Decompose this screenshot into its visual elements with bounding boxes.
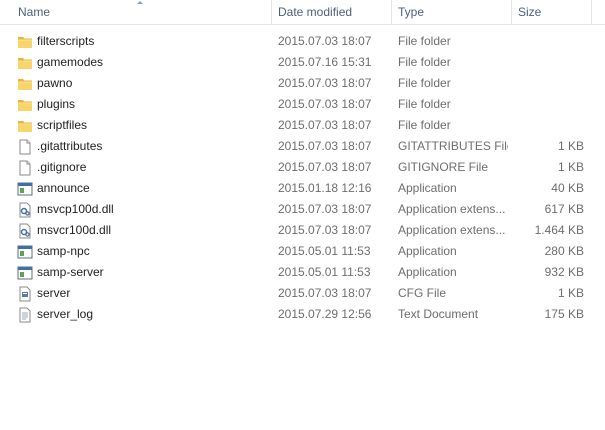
file-size xyxy=(512,115,584,136)
folder-icon xyxy=(17,76,33,92)
column-header-name-label: Name xyxy=(18,5,51,19)
file-size: 1 KB xyxy=(557,139,584,153)
file-name: plugins xyxy=(37,97,76,111)
file-type: File folder xyxy=(398,76,451,90)
file-name: server_log xyxy=(37,307,94,321)
file-row[interactable]: plugins 2015.07.03 18:07 File folder xyxy=(0,94,605,115)
column-header-size-label: Size xyxy=(518,5,542,19)
file-date-modified: 2015.07.29 12:56 xyxy=(278,307,372,321)
sort-ascending-icon xyxy=(137,1,143,4)
file-size: 1 KB xyxy=(557,286,584,300)
file-size: 40 KB xyxy=(551,181,584,195)
file-name: server xyxy=(37,286,71,300)
file-row[interactable]: .gitignore 2015.07.03 18:07 GITIGNORE File… xyxy=(0,157,605,178)
file-date-modified: 2015.05.01 11:53 xyxy=(278,265,371,279)
file-name: msvcp100d.dll xyxy=(37,202,114,216)
file-size: 1 KB xyxy=(557,160,584,174)
file-date-modified: 2015.07.03 18:07 xyxy=(278,286,372,300)
file-size xyxy=(512,31,584,52)
folder-icon xyxy=(17,97,33,113)
file-row[interactable]: server 2015.07.03 18:07 CFG File 1 KB xyxy=(0,283,605,304)
file-type: Application extens... xyxy=(398,223,506,237)
file-size: 280 KB xyxy=(544,244,584,258)
file-name: announce xyxy=(37,181,90,195)
application-icon xyxy=(17,244,33,260)
file-row[interactable]: gamemodes 2015.07.16 15:31 File folder xyxy=(0,52,605,73)
file-type: File folder xyxy=(398,118,451,132)
file-name: filterscripts xyxy=(37,34,95,48)
column-divider[interactable] xyxy=(591,0,592,24)
application-icon xyxy=(17,265,33,281)
file-size: 617 KB xyxy=(544,202,584,216)
file-size xyxy=(512,52,584,73)
file-type: GITATTRIBUTES File xyxy=(398,139,508,153)
column-header-type-label: Type xyxy=(398,5,425,19)
file-type: Application xyxy=(398,181,457,195)
blank-file-icon xyxy=(17,160,33,176)
file-date-modified: 2015.07.03 18:07 xyxy=(278,118,372,132)
file-type: File folder xyxy=(398,34,451,48)
folder-icon xyxy=(17,118,33,134)
file-row[interactable]: scriptfiles 2015.07.03 18:07 File folder xyxy=(0,115,605,136)
file-type: Application extens... xyxy=(398,202,506,216)
folder-icon xyxy=(17,55,33,71)
file-list: filterscripts 2015.07.03 18:07 File folder… xyxy=(0,31,605,325)
file-type: Application xyxy=(398,265,457,279)
column-header-type[interactable]: Type xyxy=(392,0,511,24)
file-date-modified: 2015.07.16 15:31 xyxy=(278,55,372,69)
file-type: Text Document xyxy=(398,307,479,321)
file-date-modified: 2015.07.03 18:07 xyxy=(278,223,372,237)
file-row[interactable]: samp-npc 2015.05.01 11:53 Application 280 K… xyxy=(0,241,605,262)
file-type: File folder xyxy=(398,55,451,69)
file-name: pawno xyxy=(37,76,73,90)
application-icon xyxy=(17,181,33,197)
dll-icon xyxy=(17,223,33,239)
folder-icon xyxy=(17,34,33,50)
file-row[interactable]: announce 2015.01.18 12:16 Application 40 KB xyxy=(0,178,605,199)
file-row[interactable]: pawno 2015.07.03 18:07 File folder xyxy=(0,73,605,94)
file-row[interactable]: filterscripts 2015.07.03 18:07 File folder xyxy=(0,31,605,52)
file-size xyxy=(512,94,584,115)
file-date-modified: 2015.07.03 18:07 xyxy=(278,76,372,90)
file-row[interactable]: msvcp100d.dll 2015.07.03 18:07 Application… xyxy=(0,199,605,220)
file-date-modified: 2015.07.03 18:07 xyxy=(278,97,372,111)
file-name: samp-server xyxy=(37,265,104,279)
column-header-date-label: Date modified xyxy=(278,5,353,19)
blank-file-icon xyxy=(17,139,33,155)
file-name: scriptfiles xyxy=(37,118,88,132)
file-row[interactable]: msvcr100d.dll 2015.07.03 18:07 Application… xyxy=(0,220,605,241)
file-name: .gitignore xyxy=(37,160,87,174)
file-date-modified: 2015.07.03 18:07 xyxy=(278,202,372,216)
column-header-bar: Name Date modified Type Size xyxy=(0,0,605,25)
file-type: Application xyxy=(398,244,457,258)
column-header-date-modified[interactable]: Date modified xyxy=(272,0,391,24)
dll-icon xyxy=(17,202,33,218)
file-size: 932 KB xyxy=(544,265,584,279)
text-file-icon xyxy=(17,307,33,323)
file-type: File folder xyxy=(398,97,451,111)
file-date-modified: 2015.07.03 18:07 xyxy=(278,139,372,153)
file-name: .gitattributes xyxy=(37,139,103,153)
file-name: samp-npc xyxy=(37,244,90,258)
file-date-modified: 2015.07.03 18:07 xyxy=(278,34,372,48)
file-row[interactable]: .gitattributes 2015.07.03 18:07 GITATTRIBU… xyxy=(0,136,605,157)
file-name: gamemodes xyxy=(37,55,104,69)
file-row[interactable]: server_log 2015.07.29 12:56 Text Document 1… xyxy=(0,304,605,325)
file-row[interactable]: samp-server 2015.05.01 11:53 Application 93… xyxy=(0,262,605,283)
file-size: 175 KB xyxy=(544,307,584,321)
file-date-modified: 2015.07.03 18:07 xyxy=(278,160,372,174)
file-date-modified: 2015.05.01 11:53 xyxy=(278,244,371,258)
file-size xyxy=(512,73,584,94)
file-date-modified: 2015.01.18 12:16 xyxy=(278,181,372,195)
column-header-size[interactable]: Size xyxy=(512,0,591,24)
file-name: msvcr100d.dll xyxy=(37,223,112,237)
file-size: 1.464 KB xyxy=(534,223,584,237)
file-type: GITIGNORE File xyxy=(398,160,489,174)
config-file-icon xyxy=(17,286,33,302)
file-type: CFG File xyxy=(398,286,446,300)
